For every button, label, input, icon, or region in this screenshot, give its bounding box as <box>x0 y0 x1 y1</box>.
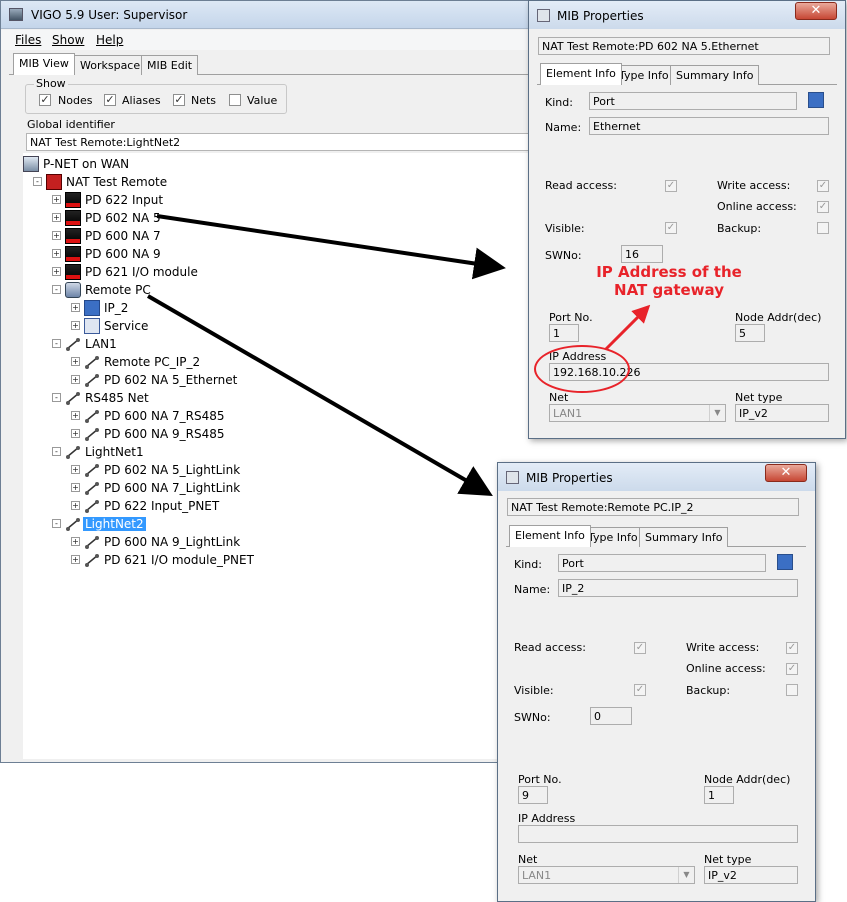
dialog1-write-access-label: Write access: <box>717 179 791 192</box>
dialog2-net-select[interactable]: LAN1 ▼ <box>518 866 695 884</box>
tab-mib-view[interactable]: MIB View <box>13 53 75 75</box>
dialog2-read-access-checkbox[interactable]: ✓ <box>634 642 646 654</box>
dialog1-port-field: 1 <box>549 324 579 342</box>
dialog2-backup-label: Backup: <box>686 684 731 697</box>
properties-icon <box>506 471 519 484</box>
dialog1-write-access-checkbox[interactable]: ✓ <box>817 180 829 192</box>
dialog1-kind-field: Port <box>589 92 797 110</box>
arrow-to-dialog2 <box>146 294 493 497</box>
dialog2-ip-label: IP Address <box>518 812 576 825</box>
dialog2-kind-field: Port <box>558 554 766 572</box>
dialog1-net-label: Net <box>549 391 569 404</box>
dialog2-write-access-label: Write access: <box>686 641 760 654</box>
dialog1-net-type-field: IP_v2 <box>735 404 829 422</box>
dialog2-path-field: NAT Test Remote:Remote PC.IP_2 <box>507 498 799 516</box>
dialog1-path-field: NAT Test Remote:PD 602 NA 5.Ethernet <box>538 37 830 55</box>
dialog2-node-addr-label: Node Addr(dec) <box>704 773 791 786</box>
dialog2-net-label: Net <box>518 853 538 866</box>
dialog2-net-value: LAN1 <box>522 869 552 882</box>
dialog1-port-label: Port No. <box>549 311 593 324</box>
dialog2-write-access-checkbox[interactable]: ✓ <box>786 642 798 654</box>
dialog1-title-bar: MIB Properties ✕ <box>529 1 845 29</box>
annotation-label: IP Address of the NAT gateway <box>596 263 742 299</box>
dialog1-tab-element-info[interactable]: Element Info <box>540 63 622 85</box>
dropdown-arrow-icon: ▼ <box>709 405 725 421</box>
dialog2-close-button[interactable]: ✕ <box>765 464 807 482</box>
dialog1-backup-checkbox[interactable] <box>817 222 829 234</box>
dialog2-port-field: 9 <box>518 786 548 804</box>
dropdown-arrow-icon: ▼ <box>678 867 694 883</box>
dialog1-net-type-label: Net type <box>735 391 783 404</box>
dialog1-tab-summary-info[interactable]: Summary Info <box>670 65 760 85</box>
dialog1-tab-type-info[interactable]: Type Info <box>613 65 675 85</box>
dialog1-online-access-checkbox[interactable]: ✓ <box>817 201 829 213</box>
dialog1-swno-field: 16 <box>621 245 663 263</box>
dialog2-title: MIB Properties <box>526 471 613 485</box>
properties-icon <box>537 9 550 22</box>
dialog2-node-addr-field: 1 <box>704 786 734 804</box>
dialog2-swno-label: SWNo: <box>514 711 551 724</box>
dialog2-name-field: IP_2 <box>558 579 798 597</box>
dialog2-tab-element-info[interactable]: Element Info <box>509 525 591 547</box>
annotation-circle <box>534 345 630 393</box>
dialog2-visible-label: Visible: <box>514 684 554 697</box>
dialog1-net-select[interactable]: LAN1 ▼ <box>549 404 726 422</box>
dialog2-online-access-label: Online access: <box>686 662 766 675</box>
dialog2-browse-icon[interactable] <box>777 554 793 570</box>
dialog2-title-bar: MIB Properties ✕ <box>498 463 815 491</box>
dialog1-kind-label: Kind: <box>545 96 573 109</box>
dialog1-read-access-label: Read access: <box>545 179 617 192</box>
dialog1-browse-icon[interactable] <box>808 92 824 108</box>
dialog2-tab-summary-info[interactable]: Summary Info <box>639 527 729 547</box>
dialog1-name-label: Name: <box>545 121 582 134</box>
dialog1-swno-label: SWNo: <box>545 249 582 262</box>
arrow-to-dialog1 <box>156 214 506 280</box>
dialog2-read-access-label: Read access: <box>514 641 586 654</box>
dialog1-close-button[interactable]: ✕ <box>795 2 837 20</box>
dialog1-node-addr-label: Node Addr(dec) <box>735 311 822 324</box>
dialog2-online-access-checkbox[interactable]: ✓ <box>786 663 798 675</box>
dialog2-ip-field <box>518 825 798 843</box>
dialog2-net-type-label: Net type <box>704 853 752 866</box>
dialog2-name-label: Name: <box>514 583 551 596</box>
dialog1-online-access-label: Online access: <box>717 200 797 213</box>
dialog1-node-addr-field: 5 <box>735 324 765 342</box>
dialog1-visible-label: Visible: <box>545 222 585 235</box>
dialog1-net-value: LAN1 <box>553 407 583 420</box>
dialog1-read-access-checkbox[interactable]: ✓ <box>665 180 677 192</box>
dialog2-backup-checkbox[interactable] <box>786 684 798 696</box>
dialog2-port-label: Port No. <box>518 773 562 786</box>
dialog2-swno-field: 0 <box>590 707 632 725</box>
dialog2-kind-label: Kind: <box>514 558 542 571</box>
dialog2-tab-type-info[interactable]: Type Info <box>582 527 644 547</box>
dialog1-title: MIB Properties <box>557 9 644 23</box>
dialog2-net-type-field: IP_v2 <box>704 866 798 884</box>
mib-properties-dialog-2: MIB Properties ✕ NAT Test Remote:Remote … <box>497 462 816 902</box>
dialog1-backup-label: Backup: <box>717 222 762 235</box>
dialog1-visible-checkbox[interactable]: ✓ <box>665 222 677 234</box>
dialog1-name-field: Ethernet <box>589 117 829 135</box>
dialog2-visible-checkbox[interactable]: ✓ <box>634 684 646 696</box>
